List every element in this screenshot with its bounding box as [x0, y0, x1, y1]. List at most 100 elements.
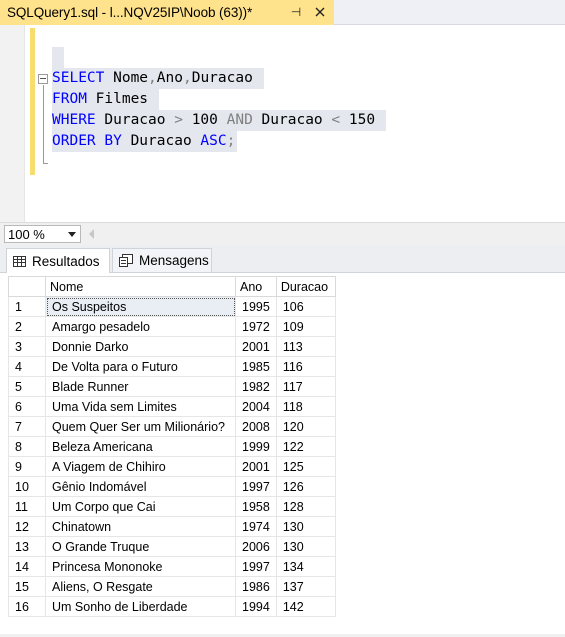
- row-number[interactable]: 7: [8, 416, 46, 437]
- cell-duracao[interactable]: 130: [275, 536, 336, 557]
- cell-ano[interactable]: 1982: [235, 376, 277, 397]
- cell-ano[interactable]: 1986: [235, 576, 277, 597]
- collapse-icon[interactable]: [38, 74, 48, 84]
- cell-duracao[interactable]: 128: [275, 496, 336, 517]
- editor-gutter: [0, 25, 25, 222]
- cell-ano[interactable]: 1985: [235, 356, 277, 377]
- close-icon[interactable]: [312, 4, 328, 20]
- cell-ano[interactable]: 1995: [235, 296, 277, 317]
- cell-ano[interactable]: 2004: [235, 396, 277, 417]
- cell-duracao[interactable]: 106: [275, 296, 336, 317]
- table-row[interactable]: 12 Chinatown 1974 130: [8, 516, 336, 537]
- cell-nome[interactable]: Uma Vida sem Limites: [45, 396, 236, 417]
- cell-nome[interactable]: Blade Runner: [45, 376, 236, 397]
- row-number[interactable]: 4: [8, 356, 46, 377]
- cell-duracao[interactable]: 120: [275, 416, 336, 437]
- tab-messages[interactable]: Mensagens: [112, 248, 212, 273]
- cell-duracao[interactable]: 117: [275, 376, 336, 397]
- table-row[interactable]: 2 Amargo pesadelo 1972 109: [8, 316, 336, 337]
- cell-ano[interactable]: 1958: [235, 496, 277, 517]
- tab-results[interactable]: Resultados: [6, 248, 110, 274]
- cell-ano[interactable]: 1997: [235, 476, 277, 497]
- column-header-nome[interactable]: Nome: [45, 276, 236, 297]
- cell-nome[interactable]: A Viagem de Chihiro: [45, 456, 236, 477]
- table-row[interactable]: 10 Gênio Indomável 1997 126: [8, 476, 336, 497]
- row-number[interactable]: 1: [8, 296, 46, 317]
- table-row[interactable]: 14 Princesa Mononoke 1997 134: [8, 556, 336, 577]
- sql-code[interactable]: SELECT Nome,Ano,Duracao FROM Filmes WHER…: [52, 68, 386, 152]
- row-number[interactable]: 11: [8, 496, 46, 517]
- row-number[interactable]: 6: [8, 396, 46, 417]
- cell-nome[interactable]: Amargo pesadelo: [45, 316, 236, 337]
- cell-ano[interactable]: 2001: [235, 456, 277, 477]
- cell-nome[interactable]: Quem Quer Ser um Milionário?: [45, 416, 236, 437]
- cell-nome[interactable]: O Grande Truque: [45, 536, 236, 557]
- cell-duracao[interactable]: 126: [275, 476, 336, 497]
- row-number[interactable]: 12: [8, 516, 46, 537]
- row-number-header[interactable]: [8, 276, 46, 297]
- cell-ano[interactable]: 1994: [235, 596, 277, 617]
- row-number[interactable]: 16: [8, 596, 46, 617]
- table-row[interactable]: 3 Donnie Darko 2001 113: [8, 336, 336, 357]
- cell-nome[interactable]: Gênio Indomável: [45, 476, 236, 497]
- cell-nome[interactable]: Um Corpo que Cai: [45, 496, 236, 517]
- cell-ano[interactable]: 2001: [235, 336, 277, 357]
- row-number[interactable]: 10: [8, 476, 46, 497]
- cell-duracao[interactable]: 125: [275, 456, 336, 477]
- cell-ano[interactable]: 1997: [235, 556, 277, 577]
- cell-nome[interactable]: De Volta para o Futuro: [45, 356, 236, 377]
- results-grid[interactable]: Nome Ano Duracao 1 Os Suspeitos 1995 106 2 Am…: [0, 273, 565, 637]
- row-number[interactable]: 13: [8, 536, 46, 557]
- table-row[interactable]: 7 Quem Quer Ser um Milionário? 2008 120: [8, 416, 336, 437]
- row-number[interactable]: 15: [8, 576, 46, 597]
- zoom-select[interactable]: 100 %: [4, 225, 81, 243]
- row-number[interactable]: 2: [8, 316, 46, 337]
- table-row[interactable]: 1 Os Suspeitos 1995 106: [8, 296, 336, 317]
- cell-duracao[interactable]: 113: [275, 336, 336, 357]
- cell-duracao[interactable]: 137: [275, 576, 336, 597]
- cell-nome[interactable]: Donnie Darko: [45, 336, 236, 357]
- cell-duracao[interactable]: 134: [275, 556, 336, 577]
- table-row[interactable]: 8 Beleza Americana 1999 122: [8, 436, 336, 457]
- cell-ano[interactable]: 2008: [235, 416, 277, 437]
- table-row[interactable]: 16 Um Sonho de Liberdade 1994 142: [8, 596, 336, 617]
- cell-ano[interactable]: 1972: [235, 316, 277, 337]
- code-line[interactable]: FROM Filmes: [52, 89, 159, 110]
- table-row[interactable]: 4 De Volta para o Futuro 1985 116: [8, 356, 336, 377]
- query-editor[interactable]: SELECT Nome,Ano,Duracao FROM Filmes WHER…: [0, 25, 565, 222]
- cell-ano[interactable]: 2006: [235, 536, 277, 557]
- cell-nome[interactable]: Chinatown: [45, 516, 236, 537]
- cell-nome[interactable]: Princesa Mononoke: [45, 556, 236, 577]
- table-row[interactable]: 13 O Grande Truque 2006 130: [8, 536, 336, 557]
- cell-ano[interactable]: 1974: [235, 516, 277, 537]
- row-number[interactable]: 8: [8, 436, 46, 457]
- table-row[interactable]: 15 Aliens, O Resgate 1986 137: [8, 576, 336, 597]
- cell-duracao[interactable]: 118: [275, 396, 336, 417]
- cell-duracao[interactable]: 116: [275, 356, 336, 377]
- column-header-duracao[interactable]: Duracao: [275, 276, 336, 297]
- cell-nome[interactable]: Beleza Americana: [45, 436, 236, 457]
- row-number[interactable]: 3: [8, 336, 46, 357]
- code-line[interactable]: ORDER BY Duracao ASC;: [52, 131, 238, 152]
- pin-icon[interactable]: ⊣: [289, 5, 303, 19]
- table-row[interactable]: 6 Uma Vida sem Limites 2004 118: [8, 396, 336, 417]
- row-number[interactable]: 5: [8, 376, 46, 397]
- cell-duracao[interactable]: 109: [275, 316, 336, 337]
- cell-nome[interactable]: Os Suspeitos: [45, 296, 236, 317]
- code-line[interactable]: SELECT Nome,Ano,Duracao: [52, 68, 264, 89]
- column-header-ano[interactable]: Ano: [235, 276, 277, 297]
- document-tab[interactable]: SQLQuery1.sql - l...NQV25IP\Noob (63))* …: [0, 0, 334, 25]
- cell-duracao[interactable]: 130: [275, 516, 336, 537]
- row-number[interactable]: 14: [8, 556, 46, 577]
- cell-nome[interactable]: Aliens, O Resgate: [45, 576, 236, 597]
- scroll-left-icon[interactable]: [89, 229, 94, 239]
- table-row[interactable]: 11 Um Corpo que Cai 1958 128: [8, 496, 336, 517]
- code-line[interactable]: WHERE Duracao > 100 AND Duracao < 150: [52, 110, 386, 131]
- cell-duracao[interactable]: 122: [275, 436, 336, 457]
- cell-ano[interactable]: 1999: [235, 436, 277, 457]
- table-row[interactable]: 5 Blade Runner 1982 117: [8, 376, 336, 397]
- cell-duracao[interactable]: 142: [275, 596, 336, 617]
- cell-nome[interactable]: Um Sonho de Liberdade: [45, 596, 236, 617]
- row-number[interactable]: 9: [8, 456, 46, 477]
- table-row[interactable]: 9A Viagem de Chihiro 2001 125: [8, 456, 336, 477]
